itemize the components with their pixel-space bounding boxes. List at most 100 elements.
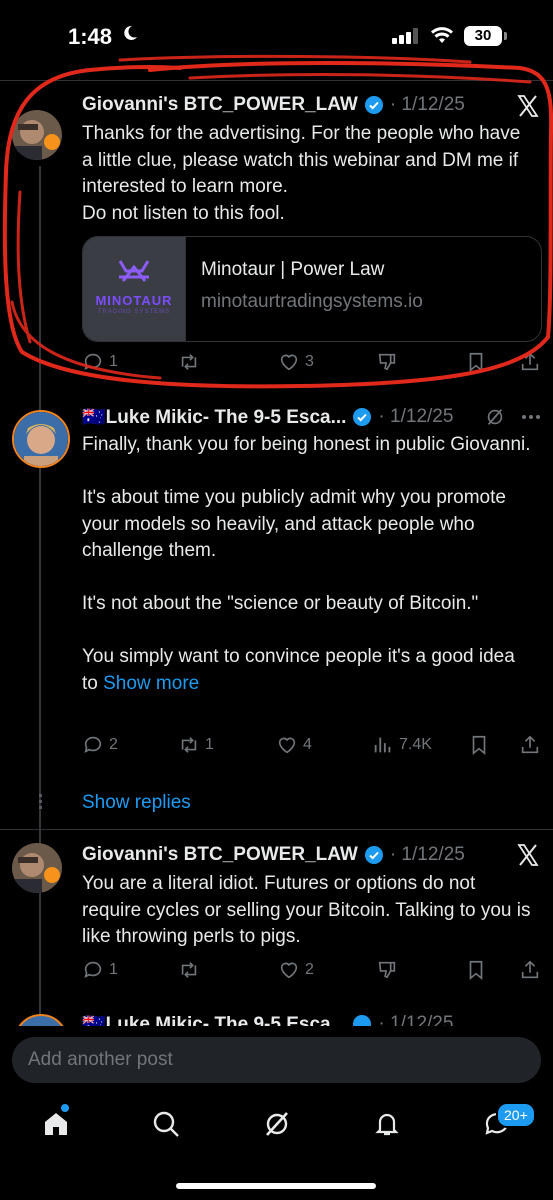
- x-logo-icon[interactable]: [516, 843, 540, 867]
- verified-badge-icon: [364, 846, 383, 864]
- collapsed-thread-dots: [39, 794, 42, 810]
- like-count: 4: [303, 736, 312, 753]
- repost-button[interactable]: 1: [178, 734, 214, 756]
- like-count: 2: [305, 961, 314, 978]
- share-icon: [521, 352, 539, 371]
- dislike-button[interactable]: [376, 351, 398, 373]
- card-image: MINOTAUR TRADING SYSTEMS: [83, 237, 186, 341]
- heart-icon: [280, 354, 298, 371]
- avatar[interactable]: [12, 410, 70, 468]
- reply-icon: [84, 353, 102, 370]
- verified-badge-icon: [364, 96, 383, 114]
- wifi-icon: [431, 27, 453, 43]
- heart-icon: [278, 737, 296, 754]
- reply-icon: [84, 736, 102, 753]
- card-title: Minotaur | Power Law: [201, 259, 385, 280]
- bookmark-button[interactable]: [468, 734, 490, 756]
- partial-post: 🇦🇺Luke Mikic- The 9-5 Esca... · 1/12/25: [0, 1012, 553, 1026]
- grok-icon: [266, 1112, 288, 1136]
- reply-button[interactable]: 1: [82, 959, 118, 981]
- repost-button[interactable]: [178, 959, 200, 981]
- more-options-icon[interactable]: [520, 408, 542, 426]
- home-indicator: [176, 1183, 376, 1189]
- cellular-signal-icon: [392, 28, 418, 44]
- post-date[interactable]: · 1/12/25: [378, 406, 453, 428]
- bookmark-button[interactable]: [465, 351, 487, 373]
- battery-tip: [504, 32, 507, 40]
- reply-icon: [84, 961, 102, 978]
- like-button[interactable]: 4: [276, 734, 312, 756]
- x-logo-icon[interactable]: [516, 94, 540, 118]
- messages-badge: 20+: [496, 1102, 536, 1128]
- repost-button[interactable]: [178, 351, 200, 373]
- share-icon: [521, 960, 539, 979]
- post-divider: [0, 829, 553, 830]
- grok-icon[interactable]: [484, 406, 506, 428]
- author-name[interactable]: Giovanni's BTC_POWER_LAW: [82, 94, 358, 116]
- bookmark-icon: [469, 960, 483, 981]
- add-post-input[interactable]: Add another post: [12, 1037, 541, 1083]
- card-logo-text: MINOTAUR: [95, 293, 173, 308]
- bell-icon: [375, 1113, 399, 1136]
- home-notification-dot: [61, 1104, 69, 1112]
- nav-grok[interactable]: [257, 1104, 297, 1144]
- post-header: 🇦🇺Luke Mikic- The 9-5 Esca... · 1/12/25: [82, 1012, 453, 1026]
- like-button[interactable]: 2: [278, 959, 314, 981]
- header-divider: [0, 80, 553, 81]
- verified-badge-icon: [353, 1015, 372, 1026]
- nav-notifications[interactable]: [367, 1104, 407, 1144]
- show-more-link[interactable]: Show more: [103, 673, 199, 694]
- avatar[interactable]: [14, 1014, 68, 1026]
- home-icon: [45, 1113, 67, 1135]
- post-date[interactable]: · 1/12/25: [390, 94, 465, 116]
- nav-home[interactable]: [36, 1104, 76, 1144]
- thumbs-down-icon: [378, 961, 396, 979]
- author-name[interactable]: 🇦🇺Luke Mikic- The 9-5 Esca...: [82, 405, 346, 429]
- post-header: Giovanni's BTC_POWER_LAW · 1/12/25: [82, 94, 465, 116]
- thread-line: [39, 900, 41, 1020]
- post-header: Giovanni's BTC_POWER_LAW · 1/12/25: [82, 844, 465, 866]
- status-time: 1:48: [68, 24, 113, 49]
- share-button[interactable]: [519, 959, 541, 981]
- post-text: Thanks for the advertising. For the peop…: [82, 123, 521, 224]
- repost-icon: [181, 354, 197, 370]
- post-text: Finally, thank you for being honest in p…: [82, 432, 532, 697]
- repost-icon: [181, 737, 197, 753]
- share-button[interactable]: [519, 351, 541, 373]
- avatar-image: [14, 412, 68, 466]
- link-card[interactable]: MINOTAUR TRADING SYSTEMS Minotaur | Powe…: [82, 236, 542, 342]
- repost-count: 1: [205, 736, 214, 753]
- bookmark-icon: [469, 352, 483, 373]
- bookmark-icon: [472, 735, 486, 756]
- avatar[interactable]: [12, 843, 62, 893]
- heart-icon: [280, 962, 298, 979]
- reply-button[interactable]: 2: [82, 734, 118, 756]
- verified-badge-icon: [353, 408, 372, 426]
- minotaur-logo-icon: [118, 260, 150, 282]
- views-button[interactable]: 7.4K: [372, 734, 432, 756]
- nav-search[interactable]: [146, 1104, 186, 1144]
- post-date[interactable]: · 1/12/25: [390, 844, 465, 866]
- share-button[interactable]: [519, 734, 541, 756]
- post-date[interactable]: · 1/12/25: [378, 1013, 453, 1026]
- post-text: You are a literal idiot. Futures or opti…: [82, 873, 531, 947]
- show-replies-link[interactable]: Show replies: [82, 792, 191, 814]
- author-name[interactable]: 🇦🇺Luke Mikic- The 9-5 Esca...: [82, 1012, 346, 1026]
- reply-button[interactable]: 1: [82, 351, 118, 373]
- reply-count: 1: [109, 353, 118, 370]
- reply-count: 2: [109, 736, 118, 753]
- post-header: 🇦🇺Luke Mikic- The 9-5 Esca... · 1/12/25: [82, 405, 453, 429]
- card-url: minotaurtradingsystems.io: [201, 291, 423, 312]
- like-button[interactable]: 3: [278, 351, 314, 373]
- share-icon: [521, 735, 539, 754]
- author-name[interactable]: Giovanni's BTC_POWER_LAW: [82, 844, 358, 866]
- dislike-button[interactable]: [376, 959, 398, 981]
- avatar-image: [12, 110, 62, 160]
- battery-level: 30: [464, 26, 502, 46]
- bookmark-button[interactable]: [465, 959, 487, 981]
- moon-icon: [124, 25, 137, 40]
- repost-icon: [181, 962, 197, 978]
- post-body: Finally, thank you for being honest in p…: [82, 434, 531, 694]
- card-logo-subtext: TRADING SYSTEMS: [97, 309, 171, 315]
- avatar[interactable]: [12, 110, 62, 160]
